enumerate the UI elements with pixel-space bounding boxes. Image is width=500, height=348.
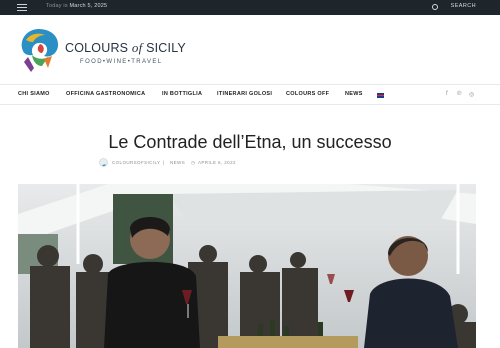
uk-flag-icon[interactable] [377, 93, 384, 98]
main-navigation: CHI SIAMO OFFICINA GASTRONOMICA IN BOTTI… [0, 84, 500, 105]
site-title[interactable]: COLOURS of SICILY [65, 40, 186, 56]
article-date: APRILE 6, 2022 [198, 160, 236, 165]
site-tagline: FOOD•WINE•TRAVEL [80, 59, 163, 65]
author-name[interactable]: COLOURSOFSICILY [112, 160, 160, 165]
article-title: Le Contrade dell’Etna, un successo [108, 132, 392, 152]
article-category[interactable]: NEWS [170, 160, 185, 165]
top-bar: Today is March 5, 2025 SEARCH [0, 0, 500, 15]
featured-image [18, 184, 476, 348]
nav-item-officina-gastronomica[interactable]: OFFICINA GASTRONOMICA [66, 91, 145, 97]
clock-icon: ◷ [191, 160, 196, 165]
search-icon[interactable] [432, 4, 438, 10]
current-date: Today is March 5, 2025 [46, 3, 107, 9]
nav-item-news[interactable]: NEWS [345, 91, 363, 97]
date-prefix: Today is [46, 3, 68, 9]
category-divider: | [163, 160, 165, 165]
nav-item-in-bottiglia[interactable]: IN BOTTIGLIA [162, 91, 202, 97]
search-button[interactable]: SEARCH [451, 3, 476, 9]
colours-of-sicily-logo[interactable] [18, 26, 62, 76]
facebook-icon[interactable]: f [446, 91, 448, 97]
nav-item-itinerari-golosi[interactable]: ITINERARI GOLOSI [217, 91, 272, 97]
pinterest-icon[interactable]: ℗ [457, 91, 461, 97]
date-value: March 5, 2025 [69, 3, 108, 9]
author-avatar[interactable] [99, 158, 108, 167]
nav-item-colours-off[interactable]: COLOURS OFF [286, 91, 329, 97]
hamburger-menu-icon[interactable] [17, 4, 27, 11]
instagram-icon[interactable]: ◎ [469, 91, 474, 98]
nav-item-chi-siamo[interactable]: CHI SIAMO [18, 91, 50, 97]
